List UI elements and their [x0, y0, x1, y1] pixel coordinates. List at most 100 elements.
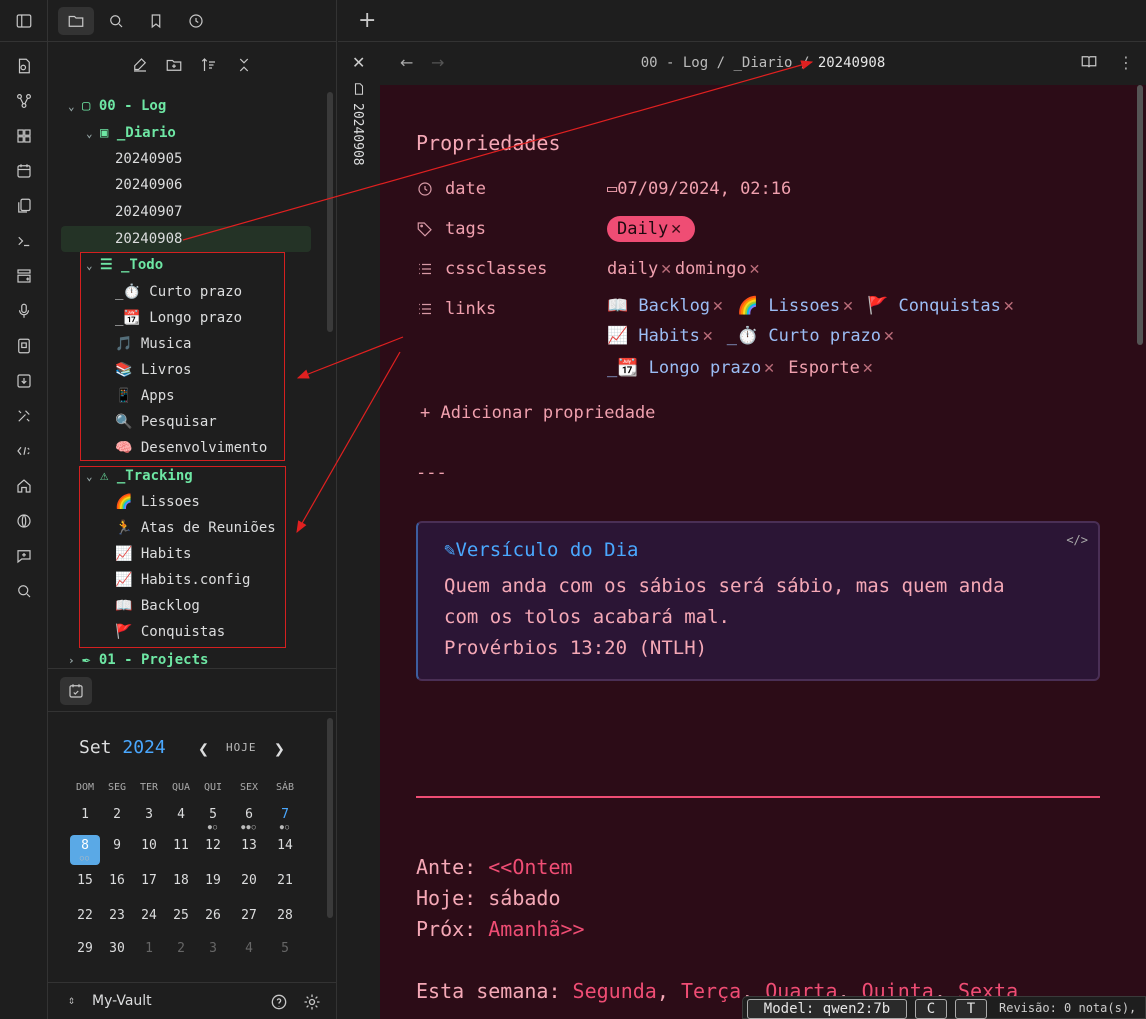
code-toggle-icon[interactable]: </>	[1066, 533, 1088, 547]
calendar-day[interactable]: 1	[70, 804, 100, 834]
prop-key-links[interactable]: links	[445, 299, 496, 319]
calendar-day[interactable]: 6 ●●○	[234, 804, 264, 834]
link-backlog[interactable]: 📖 Backlog	[607, 296, 710, 316]
collapse-all-icon[interactable]	[233, 54, 255, 76]
breadcrumb-log[interactable]: 00 - Log	[641, 55, 708, 71]
calendar-day[interactable]: 27	[234, 905, 264, 935]
calendar-day[interactable]: 7 ●○	[270, 804, 300, 834]
calendar-day[interactable]: 17	[134, 870, 164, 900]
next-month-icon[interactable]: ❯	[274, 739, 285, 760]
calendar-day[interactable]: 9	[102, 835, 132, 865]
folder-diario[interactable]: ⌄ ▣ _Diario	[86, 120, 176, 146]
note-content[interactable]: Propriedades date ▭07/09/2024, 02:16 tag…	[380, 85, 1146, 1019]
calendar-day[interactable]: 26	[198, 905, 228, 935]
prev-month-icon[interactable]: ❮	[198, 739, 209, 760]
settings-gear-icon[interactable]	[302, 992, 322, 1012]
history-tab-icon[interactable]	[178, 7, 214, 35]
canvas-icon[interactable]	[12, 124, 36, 148]
calendar-day[interactable]: 13	[234, 835, 264, 865]
link-ontem[interactable]: <<Ontem	[488, 855, 572, 879]
file-apps[interactable]: 📱 Apps	[115, 383, 175, 409]
calendar-day[interactable]: 19	[198, 870, 228, 900]
calendar-day[interactable]: 29	[70, 938, 100, 968]
globe-icon[interactable]	[12, 509, 36, 533]
calendar-day[interactable]: 5 ●○	[198, 804, 228, 834]
cssclass-domingo[interactable]: domingo	[675, 259, 747, 279]
file-musica[interactable]: 🎵 Musica	[115, 331, 191, 357]
calendar-day[interactable]: 1	[134, 938, 164, 968]
daily-note-icon[interactable]	[12, 159, 36, 183]
calendar-day[interactable]: 5	[270, 938, 300, 968]
new-note-icon[interactable]	[129, 54, 151, 76]
folder-tab-icon[interactable]	[58, 7, 94, 35]
calendar-day[interactable]: 14	[270, 835, 300, 865]
file-backlog[interactable]: 📖 Backlog	[115, 593, 200, 619]
import-icon[interactable]	[12, 369, 36, 393]
prop-key-date[interactable]: date	[445, 179, 486, 199]
folder-00-log[interactable]: ⌄ ▢ 00 - Log	[68, 93, 166, 119]
remove-icon[interactable]: ✕	[862, 361, 874, 377]
tag-pill-daily[interactable]: Daily ✕	[607, 216, 695, 242]
calendar-day[interactable]: 25	[166, 905, 196, 935]
remove-icon[interactable]: ✕	[763, 361, 775, 377]
calendar-day[interactable]: 2	[166, 938, 196, 968]
file-curto-prazo[interactable]: _⏱️ Curto prazo	[115, 279, 242, 305]
file-20240907[interactable]: 20240907	[115, 199, 182, 225]
slides-icon[interactable]	[12, 334, 36, 358]
remove-icon[interactable]: ✕	[712, 299, 724, 315]
file-habits-config[interactable]: 📈 Habits.config	[115, 567, 250, 593]
calendar-day[interactable]: 24	[134, 905, 164, 935]
sort-icon[interactable]	[198, 54, 220, 76]
chat-icon[interactable]	[12, 544, 36, 568]
remove-icon[interactable]: ✕	[749, 262, 761, 278]
folder-tracking[interactable]: ⌄ ⚠ _Tracking	[86, 463, 193, 489]
stacked-tab[interactable]: ✕ 20240908	[338, 43, 380, 1019]
file-longo-prazo[interactable]: _📆 Longo prazo	[115, 305, 242, 331]
calendar-day[interactable]: 15	[70, 870, 100, 900]
status-c-button[interactable]: C	[915, 999, 947, 1019]
link-lissoes[interactable]: 🌈 Lissoes	[737, 296, 840, 316]
calendar-day[interactable]: 18	[166, 870, 196, 900]
home-icon[interactable]	[12, 474, 36, 498]
bookmark-tab-icon[interactable]	[138, 7, 174, 35]
link-terca[interactable]: Terça	[681, 979, 741, 1003]
search-tab-icon[interactable]	[98, 7, 134, 35]
link-conquistas[interactable]: 🚩 Conquistas	[867, 296, 1001, 316]
calendar-day[interactable]: 10	[134, 835, 164, 865]
prop-key-tags[interactable]: tags	[445, 219, 486, 239]
calendar-day[interactable]: 20	[234, 870, 264, 900]
file-pesquisar[interactable]: 🔍 Pesquisar	[115, 409, 217, 435]
calendar-day[interactable]: 2	[102, 804, 132, 834]
templates-icon[interactable]	[12, 194, 36, 218]
link-esporte-unresolved[interactable]: Esporte	[788, 358, 860, 378]
callout-versiculo[interactable]: ✎Versículo do Dia </> Quem anda com os s…	[416, 521, 1100, 681]
file-atas-de-reunioes[interactable]: 🏃 Atas de Reuniões	[115, 515, 276, 541]
remove-icon[interactable]: ✕	[660, 262, 672, 278]
file-desenvolvimento[interactable]: 🧠 Desenvolvimento	[115, 435, 267, 461]
model-indicator[interactable]: Model: qwen2:7b	[747, 999, 907, 1019]
tree-scrollbar[interactable]	[327, 92, 333, 332]
content-scrollbar[interactable]	[1137, 85, 1143, 345]
cssclass-daily[interactable]: daily	[607, 259, 658, 279]
calendar-check-icon[interactable]	[60, 677, 92, 705]
more-options-icon[interactable]: ⋮	[1118, 53, 1134, 72]
close-tab-icon[interactable]: ✕	[352, 53, 365, 72]
prop-key-cssclasses[interactable]: cssclasses	[445, 259, 547, 279]
breadcrumb-diario[interactable]: _Diario	[733, 55, 792, 71]
link-amanha[interactable]: Amanhã>>	[488, 917, 584, 941]
calendar-day[interactable]: 28	[270, 905, 300, 935]
calendar-day[interactable]: 12	[198, 835, 228, 865]
link-curto-prazo[interactable]: _⏱️ Curto prazo	[727, 326, 881, 346]
file-20240908-selected[interactable]: 20240908	[61, 226, 311, 252]
file-lissoes[interactable]: 🌈 Lissoes	[115, 489, 200, 515]
reading-view-icon[interactable]	[1080, 53, 1098, 75]
tools-icon[interactable]	[12, 404, 36, 428]
calendar-day[interactable]: 16	[102, 870, 132, 900]
graph-icon[interactable]	[12, 89, 36, 113]
calendar-day[interactable]: 22	[70, 905, 100, 935]
remove-icon[interactable]: ✕	[1003, 299, 1015, 315]
calendar-today-button[interactable]: HOJE	[226, 741, 257, 754]
file-livros[interactable]: 📚 Livros	[115, 357, 191, 383]
sidebar-toggle-icon[interactable]	[12, 9, 36, 33]
search-ribbon-icon[interactable]	[12, 579, 36, 603]
